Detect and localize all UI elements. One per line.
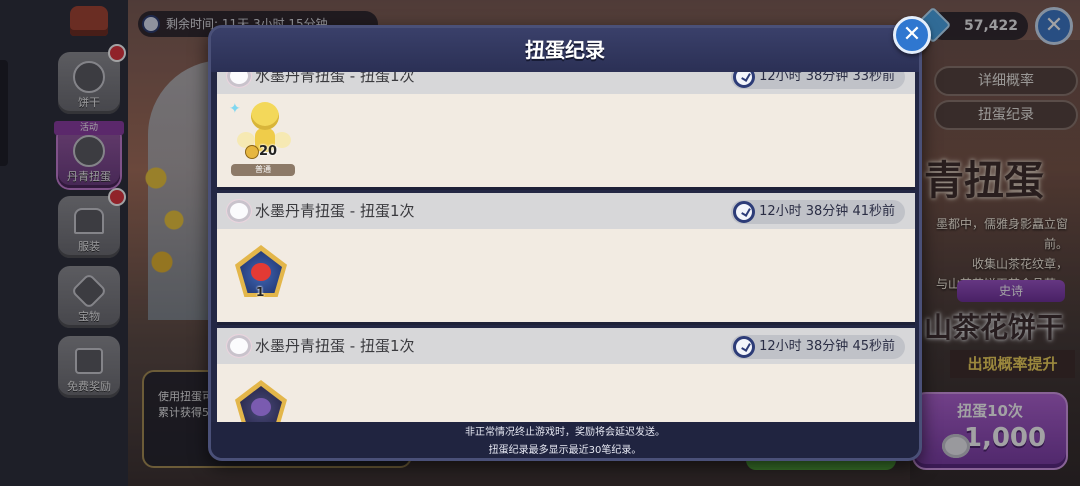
list-item: 水墨丹青扭蛋 - 扭蛋1次 12小时 38分钟 41秒前 1 bbox=[217, 193, 915, 325]
gem-core bbox=[251, 263, 271, 281]
record-time-text: 12小时 38分钟 33秒前 bbox=[759, 72, 895, 84]
record-header: 水墨丹青扭蛋 - 扭蛋1次 12小时 38分钟 33秒前 bbox=[217, 72, 915, 94]
soulstone-icon bbox=[245, 145, 259, 159]
clock-icon bbox=[733, 72, 756, 88]
record-time: 12小时 38分钟 45秒前 bbox=[731, 335, 905, 359]
record-time-text: 12小时 38分钟 41秒前 bbox=[759, 204, 895, 219]
cookie-head bbox=[251, 102, 279, 130]
record-time: 12小时 38分钟 33秒前 bbox=[731, 72, 905, 89]
modal-title: 扭蛋纪录 bbox=[211, 28, 919, 72]
reward-treasure[interactable] bbox=[231, 372, 295, 422]
list-item: 水墨丹青扭蛋 - 扭蛋1次 12小时 38分钟 45秒前 bbox=[217, 328, 915, 422]
reward-cookie-soulstone[interactable]: ✦ 20 普通 bbox=[229, 101, 295, 182]
flower-icon bbox=[227, 200, 251, 222]
record-title: 水墨丹青扭蛋 - 扭蛋1次 bbox=[255, 72, 415, 85]
list-item: 水墨丹青扭蛋 - 扭蛋1次 12小时 38分钟 33秒前 ✦ 20 普通 bbox=[217, 72, 915, 190]
modal-close-button[interactable]: ✕ bbox=[893, 16, 931, 54]
treasure-gem-icon: 1 bbox=[235, 245, 287, 299]
record-time-text: 12小时 38分钟 45秒前 bbox=[759, 339, 895, 354]
reward-count: 1 bbox=[256, 285, 265, 299]
record-time: 12小时 38分钟 41秒前 bbox=[731, 200, 905, 224]
clock-icon bbox=[733, 201, 756, 223]
record-header: 水墨丹青扭蛋 - 扭蛋1次 12小时 38分钟 45秒前 bbox=[217, 328, 915, 364]
record-title: 水墨丹青扭蛋 - 扭蛋1次 bbox=[255, 337, 415, 355]
record-header: 水墨丹青扭蛋 - 扭蛋1次 12小时 38分钟 41秒前 bbox=[217, 193, 915, 229]
modal-footer-notice: 非正常情况终止游戏时，奖励将会延迟发送。 扭蛋纪录最多显示最近30笔纪录。 bbox=[211, 422, 919, 458]
records-list[interactable]: 水墨丹青扭蛋 - 扭蛋1次 12小时 38分钟 33秒前 ✦ 20 普通 水墨丹… bbox=[217, 72, 915, 422]
reward-count: 20 bbox=[259, 144, 278, 159]
footer-line: 非正常情况终止游戏时，奖励将会延迟发送。 bbox=[465, 427, 665, 438]
gem-core bbox=[251, 398, 271, 416]
treasure-gem-icon bbox=[235, 380, 287, 422]
sparkle-icon: ✦ bbox=[229, 101, 241, 117]
flower-icon bbox=[227, 72, 251, 87]
clock-icon bbox=[733, 336, 756, 358]
gacha-history-modal: 扭蛋纪录 水墨丹青扭蛋 - 扭蛋1次 12小时 38分钟 33秒前 ✦ 20 普… bbox=[208, 25, 922, 461]
rarity-tag: 普通 bbox=[231, 164, 295, 176]
flower-icon bbox=[227, 335, 251, 357]
record-title: 水墨丹青扭蛋 - 扭蛋1次 bbox=[255, 202, 415, 220]
footer-line: 扭蛋纪录最多显示最近30笔纪录。 bbox=[488, 445, 642, 456]
reward-treasure[interactable]: 1 bbox=[231, 237, 295, 317]
